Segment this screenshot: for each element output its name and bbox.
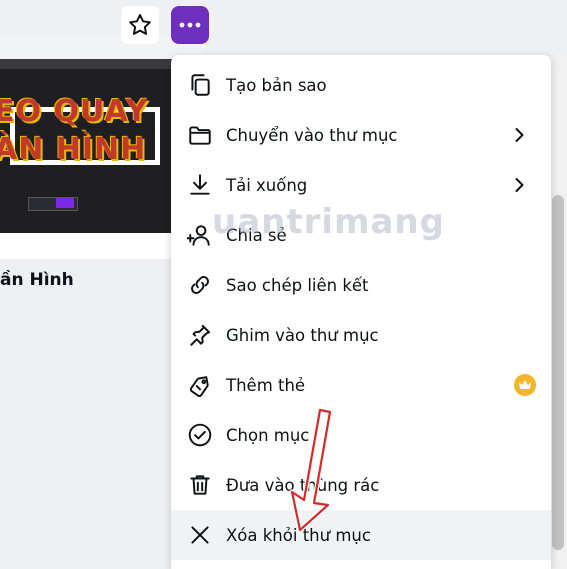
star-button[interactable] (121, 6, 159, 44)
premium-badge (514, 374, 536, 396)
close-icon (191, 526, 209, 544)
chevron-right-icon (515, 178, 524, 192)
menu-item-copy-link[interactable]: Sao chép liên kết (171, 260, 551, 310)
design-thumbnail[interactable]: EO QUAY ÀN HÌNH (0, 59, 172, 233)
menu-item-move-to-folder[interactable]: Chuyển vào thư mục (171, 110, 551, 160)
menu-item-label: Sao chép liên kết (226, 275, 369, 295)
menu-item-label: Đưa vào thùng rác (226, 475, 380, 495)
pin-icon (190, 324, 211, 346)
thumbnail-text-line-1: EO QUAY (0, 94, 149, 129)
more-options-button[interactable] (171, 6, 209, 44)
menu-item-download[interactable]: Tải xuống (171, 160, 551, 210)
menu-item-remove-from-folder[interactable]: Xóa khỏi thư mục (171, 510, 551, 560)
menu-item-share[interactable]: Chia sẻ (171, 210, 551, 260)
trash-icon (190, 475, 210, 495)
menu-item-move-to-trash[interactable]: Đưa vào thùng rác (171, 460, 551, 510)
star-icon (129, 14, 151, 35)
tag-icon (189, 376, 209, 397)
menu-item-select[interactable]: Chọn mục (171, 410, 551, 460)
link-icon (191, 276, 209, 294)
more-horizontal-icon (179, 22, 201, 28)
chevron-right-icon (515, 128, 524, 142)
menu-item-label: Ghim vào thư mục (226, 325, 379, 345)
menu-item-label: Chia sẻ (226, 225, 287, 245)
menu-item-duplicate[interactable]: Tạo bản sao (171, 60, 551, 110)
thumbnail-control-button (56, 198, 74, 208)
folder-icon (189, 126, 211, 145)
crown-icon (519, 380, 531, 389)
copy-icon (191, 74, 210, 96)
menu-item-add-tag[interactable]: Thêm thẻ (171, 360, 551, 410)
menu-item-label: Chọn mục (226, 425, 310, 445)
menu-item-label: Chuyển vào thư mục (226, 125, 398, 145)
scrollbar-thumb[interactable] (552, 195, 564, 550)
share-people-icon (187, 225, 210, 246)
check-circle-icon (188, 423, 212, 447)
menu-item-label: Tạo bản sao (226, 75, 327, 95)
menu-item-label: Tải xuống (226, 175, 308, 195)
context-menu: Tạo bản sao Chuyển vào thư mục Tải xuống… (171, 55, 551, 569)
menu-item-label: Xóa khỏi thư mục (226, 525, 371, 545)
menu-item-label: Thêm thẻ (226, 375, 306, 395)
menu-item-pin-to-folder[interactable]: Ghim vào thư mục (171, 310, 551, 360)
thumbnail-text-line-2: ÀN HÌNH (0, 132, 147, 167)
design-title: ần Hình (0, 270, 74, 290)
download-icon (190, 174, 210, 195)
thumbnail-browser-bar (0, 59, 172, 69)
